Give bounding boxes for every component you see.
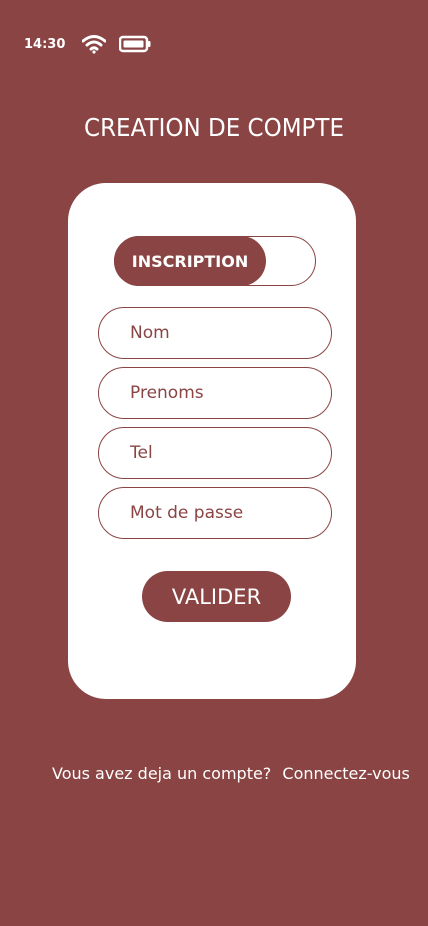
wifi-icon <box>82 35 107 54</box>
login-prompt-text: Vous avez deja un compte? <box>52 764 272 783</box>
password-field[interactable] <box>98 487 332 539</box>
prenoms-field[interactable] <box>98 367 332 419</box>
login-prompt: Vous avez deja un compte? Connectez-vous <box>52 764 422 783</box>
status-time: 14:30 <box>24 36 66 52</box>
page-title: CREATION DE COMPTE <box>84 113 344 142</box>
prenoms-input[interactable] <box>128 382 331 404</box>
status-bar: 14:30 <box>24 34 151 54</box>
signup-card: INSCRIPTION VALIDER <box>68 183 356 699</box>
nom-input[interactable] <box>128 322 331 344</box>
tel-input[interactable] <box>128 442 331 464</box>
validate-button[interactable]: VALIDER <box>142 571 291 622</box>
tel-field[interactable] <box>98 427 332 479</box>
battery-icon <box>119 35 151 53</box>
toggle-inscription[interactable]: INSCRIPTION <box>114 236 266 286</box>
login-link[interactable]: Connectez-vous <box>282 764 409 783</box>
password-input[interactable] <box>128 502 331 524</box>
mode-toggle[interactable]: INSCRIPTION <box>114 236 316 286</box>
nom-field[interactable] <box>98 307 332 359</box>
